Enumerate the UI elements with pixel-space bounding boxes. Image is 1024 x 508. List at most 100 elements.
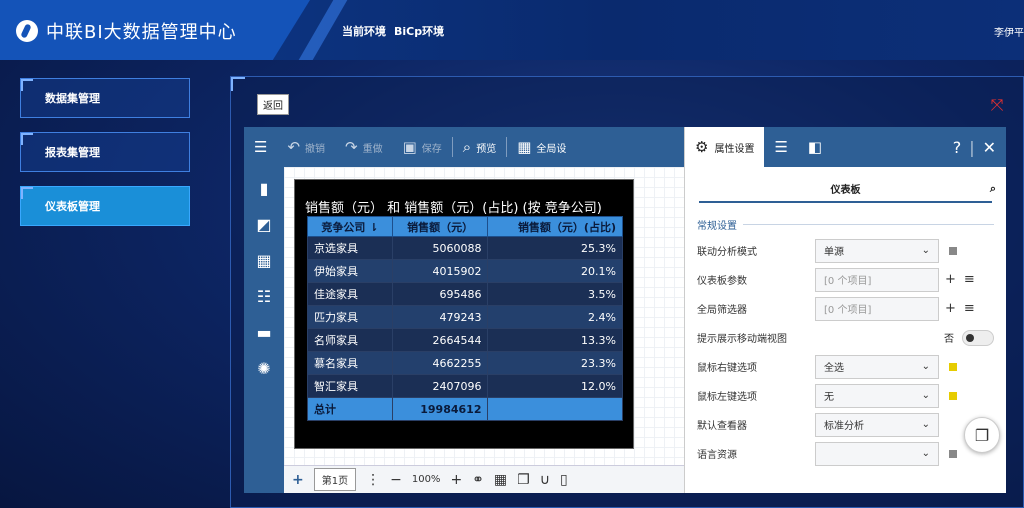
chevron-down-icon: ⌄ — [921, 245, 930, 256]
fullscreen-icon[interactable]: ⤧ — [987, 95, 1007, 115]
header-text: 竞争公司 — [321, 220, 366, 234]
filter-widget-icon[interactable]: ☷ — [257, 287, 271, 306]
column-header-sales[interactable]: 销售额（元） — [391, 216, 489, 237]
back-button[interactable]: 返回 — [257, 94, 289, 115]
widget-title: 销售额（元） 和 销售额（元）(占比) (按 竞争公司) — [305, 201, 602, 216]
undo-icon: ↶ — [287, 138, 301, 156]
prop-row-mobile: 提示展示移动端视图 否 — [685, 323, 1006, 352]
more-icon[interactable]: ⋮ — [366, 472, 380, 488]
menu-button[interactable]: ☰ — [244, 127, 277, 167]
close-icon[interactable]: ✕ — [983, 138, 996, 157]
header-divider: | — [969, 137, 975, 157]
redo-button[interactable]: ↷ 重做 — [335, 127, 393, 167]
sort-filter-icon[interactable]: ⇂ — [369, 221, 378, 234]
language-select[interactable]: ⌄ — [815, 441, 939, 466]
add-page-icon[interactable]: + — [292, 472, 304, 488]
lightbulb-icon[interactable]: ✺ — [257, 359, 270, 378]
cell-company: 佳途家具 — [307, 282, 393, 306]
mobile-view-toggle[interactable] — [962, 329, 994, 346]
status-dot[interactable] — [949, 391, 957, 400]
table-row: 慕名家具 4662255 23.3% — [307, 351, 623, 375]
magnet-icon[interactable]: ∪ — [540, 472, 550, 488]
cell-company: 智汇家具 — [307, 374, 393, 398]
save-icon: ▣ — [402, 138, 417, 156]
user-name[interactable]: 李伊平 — [994, 24, 1024, 39]
undo-button[interactable]: ↶ 撤销 — [277, 127, 335, 167]
grid-widget-icon[interactable]: ▦ — [256, 251, 271, 270]
section-title: 常规设置 — [697, 221, 737, 232]
global-filter-field[interactable]: [0 个项目] — [815, 296, 939, 321]
tab-layout[interactable]: ◧ — [798, 127, 832, 167]
sidebar-item-dashboard[interactable]: 仪表板管理 — [20, 186, 190, 226]
sidebar-item-report[interactable]: 报表集管理 — [20, 132, 190, 172]
cell-total-share — [487, 397, 623, 421]
linkage-mode-select[interactable]: 单源 ⌄ — [815, 238, 939, 263]
cell-company: 京选家具 — [307, 236, 393, 260]
folder-chart-icon[interactable]: ▬ — [256, 323, 271, 342]
status-dot[interactable] — [949, 246, 957, 255]
panel-subtitle: 仪表板 ⌕ — [699, 175, 996, 203]
preview-button[interactable]: ⌕ 预览 — [453, 127, 506, 167]
prop-label: 联动分析模式 — [697, 247, 757, 258]
floating-copy-button[interactable]: ❐ — [964, 417, 1000, 453]
add-icon[interactable]: + — [945, 301, 956, 316]
prop-label: 鼠标左键选项 — [697, 392, 757, 403]
grid-icon[interactable]: ▦ — [494, 472, 507, 488]
status-dot[interactable] — [949, 449, 957, 458]
dashboard-editor: ☰ ↶ 撤销 ↷ 重做 ▣ 保存 ⌕ 预览 ▦ 全局设 ▮ ◩ ▦ ☷ ▬ ✺ 销售额（元… — [244, 127, 1006, 493]
subtitle-text: 仪表板 — [830, 184, 861, 196]
cell-sales: 695486 — [391, 282, 489, 306]
zoom-out-icon[interactable]: − — [390, 472, 402, 488]
mobile-icon[interactable]: ▯ — [560, 472, 568, 488]
prop-row-viewer: 默认查看器 标准分析 ⌄ — [685, 410, 1006, 439]
save-button[interactable]: ▣ 保存 — [393, 127, 452, 167]
env-value: BiCp环境 — [394, 25, 445, 38]
cell-share: 23.3% — [487, 351, 623, 375]
prop-label: 仪表板参数 — [697, 276, 747, 287]
select-value: 单源 — [824, 247, 844, 258]
list-icon[interactable]: ≡ — [964, 272, 975, 287]
prop-label: 全局筛选器 — [697, 305, 747, 316]
cell-sales: 4015902 — [391, 259, 489, 283]
cell-share: 2.4% — [487, 305, 623, 329]
cell-total-sales: 19984612 — [391, 397, 489, 421]
search-icon[interactable]: ⌕ — [990, 182, 996, 196]
field-value: [0 个项目] — [824, 276, 872, 287]
column-header-company[interactable]: 竞争公司 ⇂ — [307, 216, 393, 237]
chevron-down-icon: ⌄ — [921, 419, 930, 430]
add-icon[interactable]: + — [945, 272, 956, 287]
default-viewer-select[interactable]: 标准分析 ⌄ — [815, 412, 939, 437]
sidebar: 数据集管理 报表集管理 仪表板管理 — [20, 78, 190, 240]
column-header-share[interactable]: 销售额（元）(占比) — [487, 216, 623, 237]
prop-label: 鼠标右键选项 — [697, 363, 757, 374]
preview-icon: ⌕ — [462, 138, 472, 156]
list-icon[interactable]: ≡ — [964, 301, 975, 316]
prop-row-linkage: 联动分析模式 单源 ⌄ — [685, 236, 1006, 265]
global-settings-button[interactable]: ▦ 全局设 — [507, 127, 576, 167]
hamburger-icon: ☰ — [254, 138, 268, 156]
tab-datasource[interactable]: ☰ — [764, 127, 797, 167]
cell-share: 3.5% — [487, 282, 623, 306]
sidebar-item-dataset[interactable]: 数据集管理 — [20, 78, 190, 118]
dashboard-params-field[interactable]: [0 个项目] — [815, 267, 939, 292]
copy-icon[interactable]: ❐ — [517, 472, 530, 488]
status-dot[interactable] — [949, 362, 957, 371]
total-row: 总计 19984612 — [307, 397, 623, 421]
table-row: 伊始家具 4015902 20.1% — [307, 259, 623, 283]
tab-properties[interactable]: ⚙ 属性设置 — [685, 127, 765, 167]
decor-stripe — [298, 0, 348, 60]
table-widget[interactable]: 销售额（元） 和 销售额（元）(占比) (按 竞争公司) 竞争公司 ⇂ 销售额（… — [294, 179, 634, 449]
left-click-select[interactable]: 无 ⌄ — [815, 383, 939, 408]
zoom-in-icon[interactable]: + — [450, 472, 462, 488]
page-tab[interactable]: 第1页 — [313, 468, 357, 491]
top-bar: 中联BI大数据管理中心 当前环境 BiCp环境 李伊平 — [0, 0, 1024, 60]
sidebar-item-label: 仪表板管理 — [45, 200, 100, 213]
help-icon[interactable]: ? — [953, 138, 962, 157]
link-icon[interactable]: ⚭ — [472, 472, 484, 488]
page-bar: + 第1页 ⋮ − 100% + ⚭ ▦ ❐ ∪ ▯ — [284, 465, 684, 493]
bar-chart-icon[interactable]: ▮ — [260, 179, 269, 198]
map-chart-icon[interactable]: ◩ — [256, 215, 271, 234]
right-click-select[interactable]: 全选 ⌄ — [815, 354, 939, 379]
cell-sales: 2664544 — [391, 328, 489, 352]
dashboard-canvas[interactable]: 销售额（元） 和 销售额（元）(占比) (按 竞争公司) 竞争公司 ⇂ 销售额（… — [284, 167, 684, 465]
